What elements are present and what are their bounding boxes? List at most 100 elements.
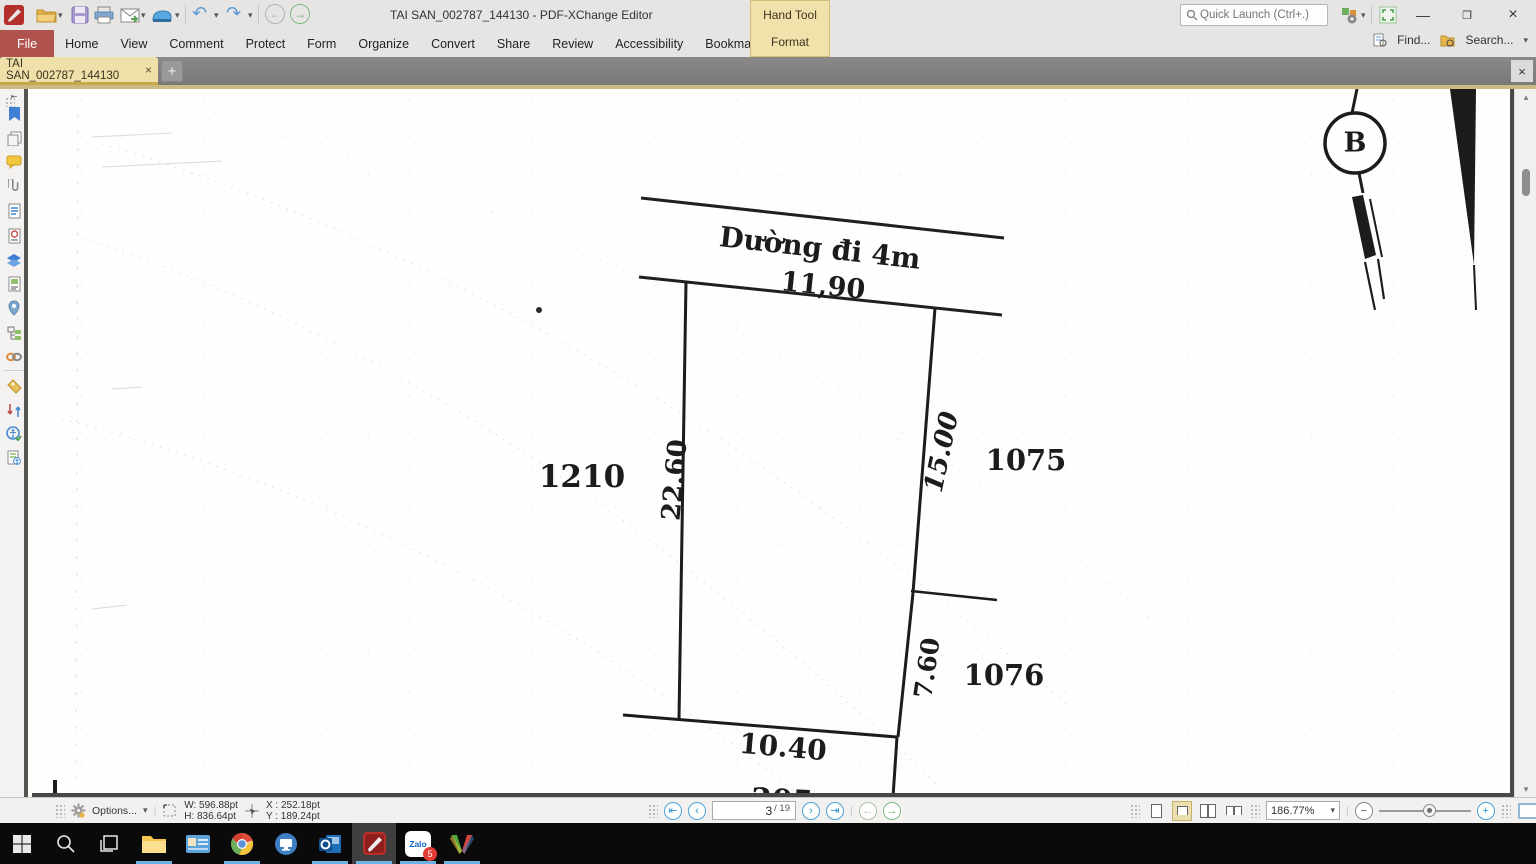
destinations-pane-icon[interactable] (5, 299, 23, 317)
document-tab[interactable]: TAI SAN_002787_144130 × (0, 57, 158, 85)
marker-b-line-up (1352, 89, 1357, 113)
history-back-button[interactable]: ← (265, 4, 285, 24)
maximize-button[interactable]: ❐ (1448, 0, 1486, 30)
next-page-button[interactable]: › (802, 802, 820, 820)
menu-form[interactable]: Form (296, 30, 347, 57)
content-pane-icon[interactable] (5, 275, 23, 293)
nav-drag-handle[interactable] (648, 804, 658, 818)
taskbar-search-button[interactable] (44, 823, 88, 864)
zoom-out-button[interactable]: − (1355, 802, 1373, 820)
redo-button[interactable]: ↷ (226, 3, 241, 24)
current-page[interactable]: 3 (765, 804, 772, 818)
last-page-button[interactable]: ⇥ (826, 802, 844, 820)
layout-drag-handle[interactable] (1130, 804, 1140, 818)
order-pane-icon[interactable] (5, 401, 23, 419)
fit-drag-handle[interactable] (1501, 804, 1511, 818)
previous-page-button[interactable]: ‹ (688, 802, 706, 820)
scroll-up-icon[interactable]: ▴ (1515, 89, 1536, 105)
tab-close-icon[interactable]: × (145, 63, 152, 77)
redo-caret-icon[interactable]: ▾ (248, 10, 253, 21)
options-caret-icon[interactable]: ▾ (143, 805, 148, 816)
view-back-button[interactable]: ← (859, 802, 877, 820)
email-caret-icon[interactable]: ▾ (141, 10, 146, 21)
quick-launch-box[interactable] (1180, 4, 1328, 26)
start-button[interactable] (0, 823, 44, 864)
apps-grid-icon[interactable] (1338, 3, 1362, 27)
save-button[interactable] (68, 3, 92, 27)
zalo-app[interactable]: Zalo 5 (396, 823, 440, 864)
menu-comment[interactable]: Comment (158, 30, 234, 57)
zoom-in-button[interactable]: + (1477, 802, 1495, 820)
statusbar-drag-handle[interactable] (55, 804, 65, 818)
zoom-level-select[interactable]: 186.77% ▾ (1266, 801, 1340, 820)
options-button[interactable]: Options... (92, 805, 137, 817)
session-fullscreen-icon[interactable] (1376, 3, 1400, 27)
scroll-down-icon[interactable]: ▾ (1515, 781, 1536, 797)
two-page-continuous-layout-button[interactable] (1224, 801, 1244, 821)
menu-convert[interactable]: Convert (420, 30, 486, 57)
undo-button[interactable]: ↶ (192, 3, 207, 24)
pdf-xchange-app[interactable] (352, 823, 396, 864)
history-forward-button[interactable]: → (290, 4, 310, 24)
print-button[interactable] (92, 3, 116, 27)
undo-caret-icon[interactable]: ▾ (214, 10, 219, 21)
find-button[interactable]: Find... (1397, 33, 1430, 47)
zoom-slider-knob[interactable] (1423, 804, 1436, 817)
email-button[interactable] (118, 3, 142, 27)
task-view-button[interactable] (88, 823, 132, 864)
links-pane-icon[interactable] (5, 202, 23, 220)
page-number-box[interactable]: 3 / 19 (712, 801, 796, 820)
apps-caret-icon[interactable]: ▾ (1361, 10, 1366, 21)
menu-format[interactable]: Format (771, 35, 809, 49)
menu-view[interactable]: View (110, 30, 159, 57)
named-destinations-icon[interactable] (5, 348, 23, 366)
close-window-button[interactable]: × (1494, 0, 1532, 30)
vertical-scrollbar[interactable]: ▴ ▾ (1514, 89, 1536, 797)
two-page-layout-button[interactable] (1198, 801, 1218, 821)
first-page-button[interactable]: ⇤ (664, 802, 682, 820)
fit-page-icon[interactable] (1517, 803, 1536, 819)
flatten-caret-icon[interactable]: ▾ (175, 10, 180, 21)
menu-protect[interactable]: Protect (235, 30, 297, 57)
attachments-pane-icon[interactable] (5, 178, 23, 196)
tabbar-close-button[interactable]: × (1511, 60, 1533, 82)
menu-home[interactable]: Home (54, 30, 109, 57)
accessibility-report-icon[interactable] (5, 449, 23, 467)
bookmarks-pane-icon[interactable] (5, 105, 23, 123)
open-file-button[interactable] (34, 3, 58, 27)
minimize-button[interactable]: — (1404, 0, 1442, 30)
accessibility-check-icon[interactable] (5, 425, 23, 443)
menu-file[interactable]: File (0, 30, 54, 57)
outlook-app[interactable] (308, 823, 352, 864)
document-tab-label: TAI SAN_002787_144130 (6, 58, 139, 82)
pdf-page[interactable]: B Dường đi 4m 11,90 22.60 15.00 7.60 10.… (32, 89, 1510, 793)
remote-desktop-app[interactable] (264, 823, 308, 864)
continuous-layout-button[interactable] (1172, 801, 1192, 821)
signatures-pane-icon[interactable] (5, 227, 23, 245)
menu-review[interactable]: Review (541, 30, 604, 57)
quick-launch-input[interactable] (1198, 8, 1318, 22)
v-office-app[interactable] (440, 823, 484, 864)
file-explorer-app[interactable] (132, 823, 176, 864)
menu-organize[interactable]: Organize (347, 30, 420, 57)
scrollbar-thumb[interactable] (1522, 169, 1530, 196)
search-button[interactable]: Search... (1465, 33, 1513, 47)
comments-pane-icon[interactable] (5, 153, 23, 171)
fields-pane-icon[interactable] (5, 324, 23, 342)
tags-pane-icon[interactable] (5, 377, 23, 395)
contacts-app[interactable] (176, 823, 220, 864)
layers-pane-icon[interactable] (5, 251, 23, 269)
zoom-slider[interactable] (1379, 810, 1471, 812)
view-forward-button[interactable]: → (883, 802, 901, 820)
zoom-drag-handle[interactable] (1250, 804, 1260, 818)
thumbnails-pane-icon[interactable] (5, 129, 23, 147)
menu-accessibility[interactable]: Accessibility (604, 30, 694, 57)
status-bar: Options... ▾ | W: 596.88ptH: 836.64pt X … (0, 797, 1536, 823)
new-tab-button[interactable]: + (161, 60, 183, 82)
chrome-app[interactable] (220, 823, 264, 864)
single-page-layout-button[interactable] (1146, 801, 1166, 821)
find-search-caret-icon[interactable]: ▾ (1523, 35, 1528, 46)
menu-share[interactable]: Share (486, 30, 541, 57)
flatten-tool-button[interactable] (150, 3, 174, 27)
open-file-caret-icon[interactable]: ▾ (58, 10, 63, 21)
